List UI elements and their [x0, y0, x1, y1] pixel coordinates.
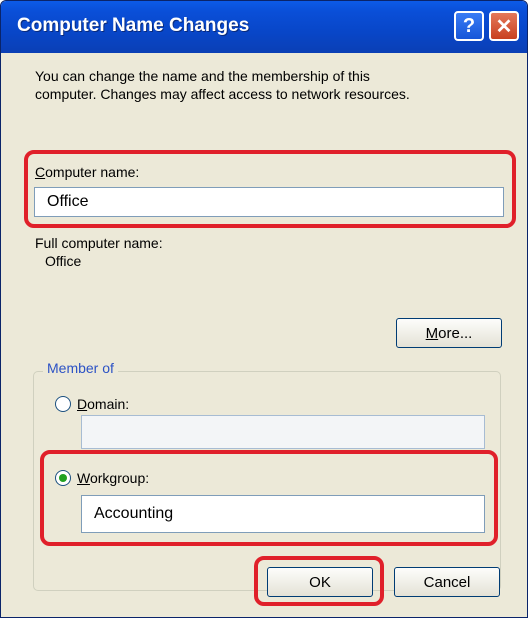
- computer-name-highlight: [24, 150, 516, 228]
- domain-label-text: omain:: [87, 396, 130, 412]
- full-computer-name-value: Office: [45, 253, 82, 269]
- description-line-2: computer. Changes may affect access to n…: [35, 86, 410, 102]
- domain-radio[interactable]: [55, 396, 71, 412]
- ok-button-highlight: [254, 556, 384, 606]
- cancel-button[interactable]: Cancel: [394, 567, 500, 597]
- member-of-legend: Member of: [43, 360, 118, 376]
- help-button[interactable]: ?: [454, 11, 484, 41]
- domain-input[interactable]: [81, 415, 485, 449]
- more-button[interactable]: More...: [396, 318, 502, 348]
- domain-label[interactable]: Domain:: [77, 395, 129, 413]
- title-bar[interactable]: Computer Name Changes ? ✕: [1, 1, 527, 53]
- close-button[interactable]: ✕: [489, 11, 519, 41]
- full-computer-name-label: Full computer name:: [35, 235, 163, 251]
- domain-accel: D: [77, 396, 88, 412]
- more-label: ore...: [438, 324, 473, 342]
- description-line-1: You can change the name and the membersh…: [35, 68, 370, 84]
- dialog-title: Computer Name Changes: [17, 15, 250, 36]
- workgroup-highlight: [40, 450, 498, 546]
- more-accel: M: [425, 324, 439, 342]
